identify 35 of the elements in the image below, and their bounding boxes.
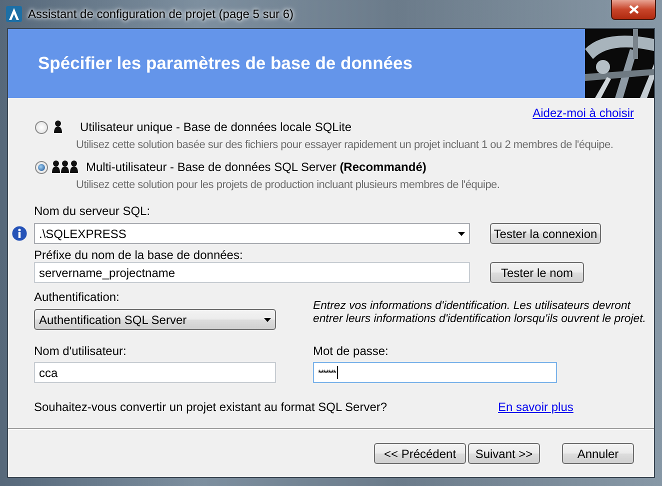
authentication-label: Authentification: [34, 290, 120, 304]
server-combo[interactable]: .\SQLEXPRESS [34, 223, 470, 244]
radio-button[interactable] [35, 160, 48, 174]
convert-question: Souhaitez-vous convertir un projet existant au format SQL Server? [34, 400, 388, 414]
close-button[interactable] [611, 0, 656, 20]
radio-button[interactable] [35, 120, 48, 134]
option-description: Utilisez cette solution basée sur des fichiers pour essayer rapidement un projet incluant 1 ou 2 membres de l'équipe. [76, 139, 614, 151]
info-icon [12, 226, 27, 241]
close-icon [628, 5, 638, 14]
password-label: Mot de passe: [313, 344, 390, 358]
authentication-dropdown[interactable]: Authentification SQL Server [34, 309, 276, 330]
option-description: Utilisez cette solution pour les projets de production incluant plusieurs membres de l'équipe. [76, 179, 500, 191]
password-field[interactable]: ******* [313, 362, 557, 383]
server-label: Nom du serveur SQL: [34, 204, 152, 218]
previous-button[interactable]: << Précédent [374, 443, 466, 464]
app-icon [6, 6, 22, 22]
window-title: Assistant de configuration de projet (page 5 sur 6) [28, 7, 294, 21]
credentials-note: Entrez vos informations d'identification. Les utilisateurs devront entrer leurs informations d'identification lorsqu'ils ouvrent le projet. [313, 300, 647, 326]
test-connection-button[interactable]: Tester la connexion [490, 223, 601, 244]
option-label[interactable]: Utilisateur unique - Base de données locale SQLite [80, 120, 352, 134]
dropdown-arrow-icon [264, 318, 271, 322]
cancel-button[interactable]: Annuler [562, 443, 634, 464]
option-label[interactable]: Multi-utilisateur - Base de données SQL Server (Recommandé) [86, 160, 426, 174]
prefix-field[interactable]: servername_projectname [34, 262, 470, 283]
username-field[interactable]: cca [34, 362, 276, 383]
page-heading: Spécifier les paramètres de base de données [38, 53, 412, 74]
dropdown-arrow-icon [458, 232, 465, 236]
person-icon [54, 120, 62, 133]
test-name-button[interactable]: Tester le nom [490, 262, 584, 283]
prefix-label: Préfixe du nom de la base de données: [34, 248, 244, 262]
help-link[interactable]: Aidez-moi à choisir [532, 106, 634, 120]
learn-more-link[interactable]: En savoir plus [498, 400, 574, 414]
username-label: Nom d'utilisateur: [34, 344, 128, 358]
people-icon [52, 160, 78, 173]
next-button[interactable]: Suivant >> [468, 443, 540, 464]
